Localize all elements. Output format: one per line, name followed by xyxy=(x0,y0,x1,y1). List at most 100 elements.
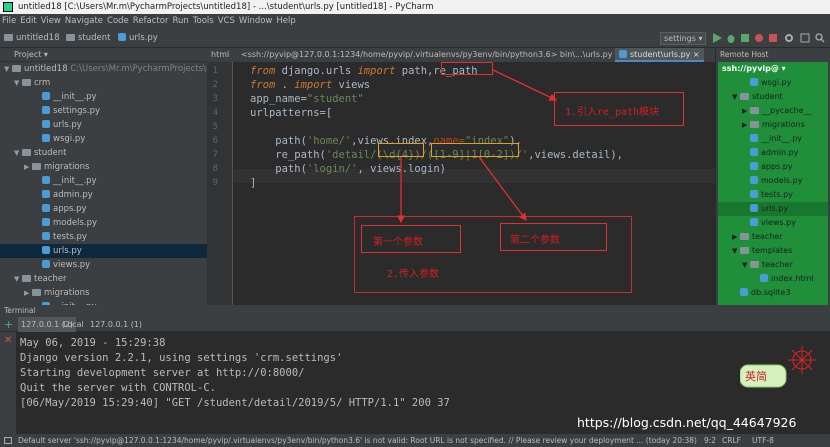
close-icon[interactable]: ✕ xyxy=(4,335,12,346)
menu-navigate[interactable]: Navigate xyxy=(63,16,105,26)
remote-tree-item[interactable]: __init__.py xyxy=(718,132,828,146)
project-tree-item[interactable]: settings.py xyxy=(0,104,207,118)
remote-tree-item[interactable]: ▼ teacher xyxy=(718,258,828,272)
menu-code[interactable]: Code xyxy=(105,16,131,26)
debug-icon[interactable] xyxy=(726,33,736,43)
remote-tree-item[interactable]: admin.py xyxy=(718,146,828,160)
tab-student-urls[interactable]: student\urls.py × xyxy=(615,48,704,62)
remote-tree-item[interactable]: tests.py xyxy=(718,188,828,202)
structure-icon[interactable] xyxy=(800,33,810,43)
terminal-tab-local[interactable]: Local xyxy=(63,317,84,332)
file-encoding[interactable]: UTF-8 xyxy=(752,434,774,447)
menu-vcs[interactable]: VCS xyxy=(216,16,237,26)
expand-arrow-icon[interactable]: ▶ xyxy=(742,118,750,132)
code-editor[interactable]: from django.urls import path,re_path from… xyxy=(234,62,716,305)
code-token: path( xyxy=(250,163,307,175)
folder-icon xyxy=(740,247,749,254)
remote-root[interactable]: ssh://pyvip@ ▾ xyxy=(718,62,828,76)
remote-tree-item[interactable]: ▶ migrations xyxy=(718,118,828,132)
tree-item-label: student xyxy=(34,148,67,158)
remote-tree-item[interactable]: ▶ teacher xyxy=(718,230,828,244)
remote-item-label: admin.py xyxy=(761,148,799,157)
file-icon xyxy=(750,78,758,86)
project-tree-item[interactable]: __init__.py xyxy=(0,90,207,104)
tab-html[interactable]: html xyxy=(207,48,233,62)
remote-tree-item[interactable]: ▼ student xyxy=(718,90,828,104)
run-icon[interactable] xyxy=(712,33,722,43)
remote-tree-item[interactable]: ▶ __pycache__ xyxy=(718,104,828,118)
run-configuration-select[interactable]: settings ▾ xyxy=(660,32,706,45)
remote-tree-item[interactable]: ▼ templates xyxy=(718,244,828,258)
python-file-icon xyxy=(42,218,50,226)
line-separator[interactable]: CRLF xyxy=(722,434,741,447)
profile-icon[interactable] xyxy=(754,33,764,43)
expand-arrow-icon[interactable]: ▶ xyxy=(742,104,750,118)
breadcrumb-file[interactable]: urls.py xyxy=(118,29,158,47)
project-tree-item[interactable]: admin.py xyxy=(0,188,207,202)
project-tree-item[interactable]: ▼ teacher xyxy=(0,272,207,286)
breadcrumb-project[interactable]: untitled18 xyxy=(4,29,60,47)
remote-item-label: wsgi.py xyxy=(761,78,792,87)
expand-arrow-icon[interactable]: ▼ xyxy=(14,76,22,90)
project-tree-item[interactable]: ▶ migrations xyxy=(0,286,207,300)
add-terminal-icon[interactable]: + xyxy=(4,317,13,332)
remote-tree-item[interactable]: wsgi.py xyxy=(718,76,828,90)
expand-arrow-icon[interactable]: ▼ xyxy=(14,146,22,160)
project-tree-item[interactable]: ▼ student xyxy=(0,146,207,160)
menu-run[interactable]: Run xyxy=(170,16,190,26)
tab-remote-urls[interactable]: <ssh://pyvip@127.0.0.1:1234/home/pyvip/.… xyxy=(237,48,626,62)
remote-tree-item[interactable]: index.html xyxy=(718,272,828,286)
remote-item-label: views.py xyxy=(761,218,796,227)
code-token: ] xyxy=(250,177,257,189)
expand-arrow-icon[interactable]: ▼ xyxy=(732,244,740,258)
expand-arrow-icon[interactable]: ▶ xyxy=(24,160,32,174)
project-tree-item[interactable]: models.py xyxy=(0,216,207,230)
navigation-bar: untitled18 student urls.py settings ▾ xyxy=(0,29,830,48)
project-tree-item[interactable]: ▼ untitled18 C:\Users\Mr.m\PycharmProject… xyxy=(0,62,207,76)
terminal-sidebar: ✕ xyxy=(0,332,16,434)
project-tree-item[interactable]: ▶ migrations xyxy=(0,160,207,174)
menu-tools[interactable]: Tools xyxy=(191,16,216,26)
project-tree-item[interactable]: wsgi.py xyxy=(0,132,207,146)
breadcrumb-student[interactable]: student xyxy=(66,29,111,47)
search-icon[interactable] xyxy=(815,33,825,43)
project-tree-item[interactable]: ▼ crm xyxy=(0,76,207,90)
caret-position[interactable]: 9:2 xyxy=(704,434,716,447)
tool-windows-icon[interactable] xyxy=(4,437,12,444)
remote-tree-item[interactable]: urls.py xyxy=(718,202,828,216)
code-line: path('login/', views.login) xyxy=(250,162,446,176)
remote-tree-item[interactable]: apps.py xyxy=(718,160,828,174)
expand-arrow-icon[interactable]: ▼ xyxy=(732,90,740,104)
window-title-bar: untitled18 [C:\Users\Mr.m\PycharmProject… xyxy=(0,0,830,14)
expand-arrow-icon[interactable]: ▼ xyxy=(14,272,22,286)
project-tree-item[interactable]: tests.py xyxy=(0,230,207,244)
project-tree-item[interactable]: __init__.py xyxy=(0,174,207,188)
menu-refactor[interactable]: Refactor xyxy=(131,16,171,26)
folder-icon xyxy=(22,275,31,282)
expand-arrow-icon[interactable]: ▼ xyxy=(4,62,12,76)
code-token: re_path( xyxy=(250,149,326,161)
coverage-icon[interactable] xyxy=(740,33,750,43)
menu-edit[interactable]: Edit xyxy=(18,16,38,26)
expand-arrow-icon[interactable]: ▶ xyxy=(24,286,32,300)
remote-tree-item[interactable]: db.sqlite3 xyxy=(718,286,828,300)
remote-tree-item[interactable]: models.py xyxy=(718,174,828,188)
remote-item-label: __pycache__ xyxy=(762,106,812,115)
menu-help[interactable]: Help xyxy=(274,16,297,26)
project-tree-item[interactable]: urls.py xyxy=(0,244,207,258)
project-tree-item[interactable]: views.py xyxy=(0,258,207,272)
menu-file[interactable]: File xyxy=(0,16,18,26)
folder-icon xyxy=(12,65,21,72)
settings-icon[interactable] xyxy=(784,33,794,43)
terminal-tab-2[interactable]: 127.0.0.1 (1) xyxy=(90,317,142,332)
menu-view[interactable]: View xyxy=(39,16,63,26)
menu-window[interactable]: Window xyxy=(237,16,275,26)
project-tree-item[interactable]: apps.py xyxy=(0,202,207,216)
expand-arrow-icon[interactable]: ▼ xyxy=(742,258,750,272)
expand-arrow-icon[interactable]: ▶ xyxy=(732,230,740,244)
project-panel-header[interactable]: Project ▾ xyxy=(0,48,207,62)
stop-icon[interactable] xyxy=(768,33,778,43)
project-tree-item[interactable]: urls.py xyxy=(0,118,207,132)
line-number: 9 xyxy=(212,178,218,188)
remote-tree-item[interactable]: views.py xyxy=(718,216,828,230)
